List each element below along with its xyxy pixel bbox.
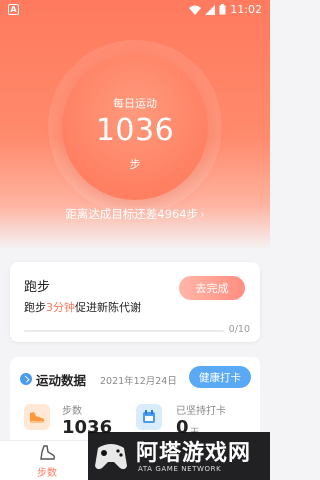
watermark-title: 阿塔游戏网 [136, 441, 252, 466]
step-count: 1036 [95, 113, 175, 148]
task-desc-suffix: 促进新陈代谢 [75, 301, 141, 314]
sport-data-title: 运动数据 [36, 373, 87, 388]
stat-label-checkin: 已坚持打卡 [176, 406, 226, 417]
check-circle-icon [20, 373, 32, 385]
step-unit: 步 [129, 158, 141, 171]
shoe-icon [24, 404, 50, 430]
status-bar: A 11:02 [0, 0, 270, 20]
hero-section: A 11:02 每日运动 1036 步 距离达成目标还差4964步 › [0, 0, 270, 250]
watermark-overlay: 阿塔游戏网 ATA GAME NETWORK [88, 432, 270, 480]
task-progress-bar [24, 330, 224, 332]
task-desc-prefix: 跑步 [24, 301, 46, 314]
go-complete-button[interactable]: 去完成 [179, 276, 245, 300]
app-notification-icon: A [8, 4, 19, 15]
battery-icon [219, 4, 226, 15]
nav-label-steps: 步数 [37, 468, 57, 479]
goal-remaining-text: 距离达成目标还差4964步 [65, 207, 199, 221]
daily-exercise-label: 每日运动 [113, 97, 157, 110]
health-checkin-button[interactable]: 健康打卡 [189, 366, 251, 388]
nav-item-steps[interactable]: 步数 [22, 444, 72, 480]
task-title: 跑步 [24, 280, 51, 295]
watermark-subtitle: ATA GAME NETWORK [138, 465, 222, 473]
signal-icon [205, 4, 216, 15]
gamepad-logo-icon [95, 444, 127, 470]
goal-remaining-link[interactable]: 距离达成目标还差4964步 › [0, 206, 270, 222]
sport-data-date: 2021年12月24日 [100, 376, 177, 387]
task-desc-highlight: 3分钟 [46, 301, 75, 314]
chevron-right-icon: › [200, 207, 205, 221]
calendar-icon [136, 404, 162, 430]
clock: 11:02 [230, 3, 262, 16]
status-icons: 11:02 [189, 3, 262, 16]
task-description: 跑步3分钟促进新陈代谢 [24, 299, 141, 315]
stat-label-steps: 步数 [62, 406, 82, 417]
task-card: 跑步 跑步3分钟促进新陈代谢 去完成 0/10 [10, 262, 260, 342]
wifi-icon [189, 5, 202, 15]
task-progress-text: 0/10 [228, 324, 250, 335]
shoe-icon [40, 445, 56, 460]
